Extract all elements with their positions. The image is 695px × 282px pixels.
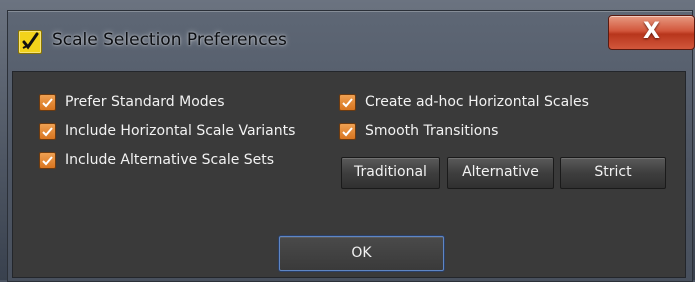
strict-button[interactable]: Strict bbox=[560, 157, 666, 189]
checkbox-label: Create ad-hoc Horizontal Scales bbox=[365, 94, 589, 110]
alternative-button[interactable]: Alternative bbox=[447, 157, 554, 189]
window-title: Scale Selection Preferences bbox=[52, 30, 287, 50]
close-icon: X bbox=[643, 19, 660, 44]
close-button[interactable]: X bbox=[608, 15, 695, 50]
checkbox-label: Smooth Transitions bbox=[365, 123, 499, 139]
checkbox-label: Include Horizontal Scale Variants bbox=[65, 123, 296, 139]
checkmark-icon[interactable] bbox=[39, 123, 56, 140]
app-logo-icon bbox=[18, 30, 42, 54]
checkmark-icon[interactable] bbox=[39, 94, 56, 111]
checkmark-icon[interactable] bbox=[39, 152, 56, 169]
ok-button[interactable]: OK bbox=[279, 236, 444, 271]
checkmark-icon[interactable] bbox=[339, 123, 356, 140]
checkbox-label: Prefer Standard Modes bbox=[65, 94, 225, 110]
title-bar[interactable]: Scale Selection Preferences X bbox=[8, 11, 695, 67]
checkmark-icon[interactable] bbox=[339, 94, 356, 111]
checkbox-label: Include Alternative Scale Sets bbox=[65, 152, 275, 168]
traditional-button[interactable]: Traditional bbox=[341, 157, 440, 189]
